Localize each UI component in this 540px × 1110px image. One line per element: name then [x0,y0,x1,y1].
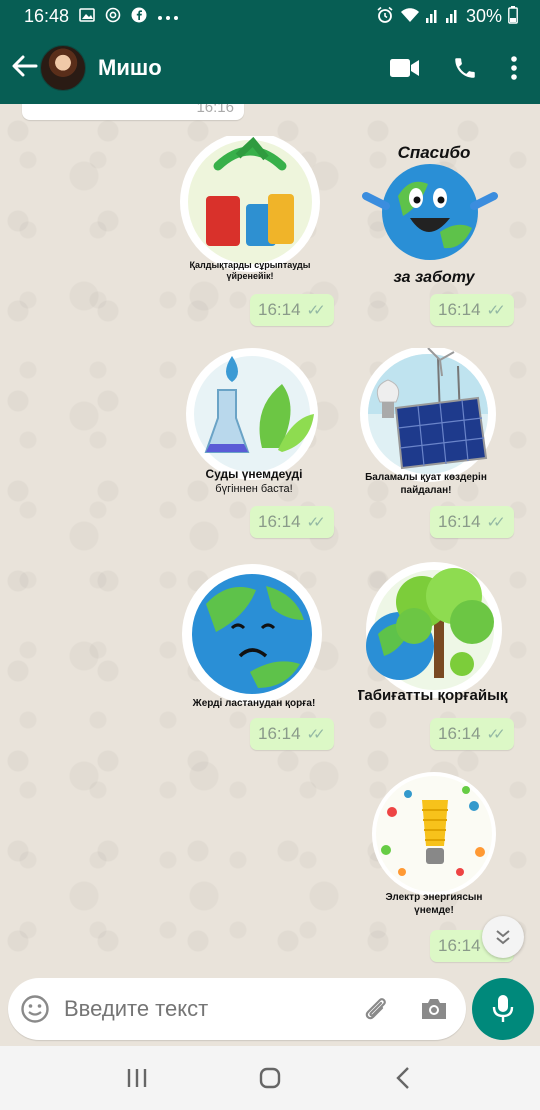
sticker-caption-top: Суды үнемдеуді [205,467,302,481]
camera-icon[interactable] [420,997,448,1021]
contact-name[interactable]: Мишо [98,55,390,81]
back-arrow-icon[interactable] [6,51,44,85]
sticker-protect-nature[interactable]: Табиғатты қорғайық! [356,560,512,710]
facebook-icon [131,7,147,26]
recent-apps-button[interactable] [107,1058,167,1098]
double-check-icon: ✓✓ [306,302,326,319]
chat-area[interactable]: 16:16 Қалдықтарды сұрыптауды үйренейік! … [0,104,540,970]
sticker-caption: Баламалы қуат көздерін [365,472,487,483]
status-bar: 16:48 30% [0,0,540,32]
svg-text:пайдалан!: пайдалан! [401,485,452,496]
message-time: 16:16 [196,104,234,116]
recent-apps-icon [127,1069,146,1087]
message-time: 16:14 [438,724,481,743]
video-call-icon[interactable] [390,58,420,78]
sticker-thanks-earth[interactable]: Спасибо за заботу [358,136,508,286]
sticker-caption: Жерді ластанудан қорға! [192,698,316,709]
message-time: 16:14 [258,512,301,531]
sticker-caption: Табиғатты қорғайық! [358,687,508,704]
double-check-icon: ✓✓ [486,302,506,319]
attach-icon[interactable] [362,995,390,1023]
double-check-icon: ✓✓ [486,514,506,531]
avatar[interactable] [40,45,86,91]
message-time-chip: 16:14 ✓✓ [250,718,334,750]
back-button[interactable] [373,1058,433,1098]
message-time: 16:14 [258,300,301,319]
chevron-double-down-icon [496,930,510,945]
double-check-icon: ✓✓ [306,726,326,743]
svg-text:үнемде!: үнемде! [414,905,454,916]
home-button[interactable] [240,1058,300,1098]
previous-message-bubble[interactable]: 16:16 [22,104,244,120]
message-composer [8,978,466,1040]
message-time: 16:14 [438,936,481,955]
chat-header: Мишо [0,32,540,104]
double-check-icon: ✓✓ [486,726,506,743]
message-time: 16:14 [438,512,481,531]
scroll-down-button[interactable] [482,916,524,958]
back-chevron-icon [396,1067,410,1089]
svg-text:үйренейік!: үйренейік! [226,271,273,281]
more-dots-icon [157,9,179,24]
sticker-recycling[interactable]: Қалдықтарды сұрыптауды үйренейік! [178,132,328,286]
battery-percentage: 30% [465,5,502,26]
sticker-caption: Электр энергиясын [386,892,483,903]
message-time-chip: 16:14 ✓✓ [430,506,514,538]
message-time: 16:14 [438,300,481,319]
system-navigation-bar [0,1046,540,1110]
wifi-icon [400,7,420,26]
message-input[interactable] [64,996,362,1022]
sticker-save-electricity[interactable]: Электр энергиясын үнемде! [362,772,512,922]
sticker-caption-top: Спасибо [398,143,471,162]
sticker-caption: Қалдықтарды сұрыптауды [190,260,311,270]
status-time: 16:48 [24,5,70,26]
battery-icon [508,5,518,27]
alarm-icon [376,6,394,27]
emoji-icon[interactable] [20,994,50,1024]
home-icon [259,1067,281,1089]
message-time-chip: 16:14 ✓✓ [250,506,334,538]
sticker-caption: бүгіннен баста! [215,483,292,495]
message-time-chip: 16:14 ✓✓ [430,718,514,750]
voice-call-icon[interactable] [452,55,478,81]
voice-message-button[interactable] [472,978,534,1040]
sticker-caption: за заботу [394,269,476,286]
signal-icon [425,7,440,26]
sticker-sad-earth[interactable]: Жерді ластанудан қорға! [176,560,326,710]
sticker-alternative-energy[interactable]: Баламалы қуат көздерін пайдалан! [358,346,508,498]
signal-icon [445,7,460,26]
message-time-chip: 16:14 ✓✓ [430,294,514,326]
menu-kebab-icon[interactable] [510,55,518,81]
message-time: 16:14 [258,724,301,743]
image-icon [79,7,95,25]
mic-icon [492,995,514,1022]
at-icon [105,7,121,26]
message-time-chip: 16:14 ✓✓ [250,294,334,326]
sticker-save-water[interactable]: Суды үнемдеуді бүгіннен баста! [182,348,332,498]
double-check-icon: ✓✓ [306,514,326,531]
